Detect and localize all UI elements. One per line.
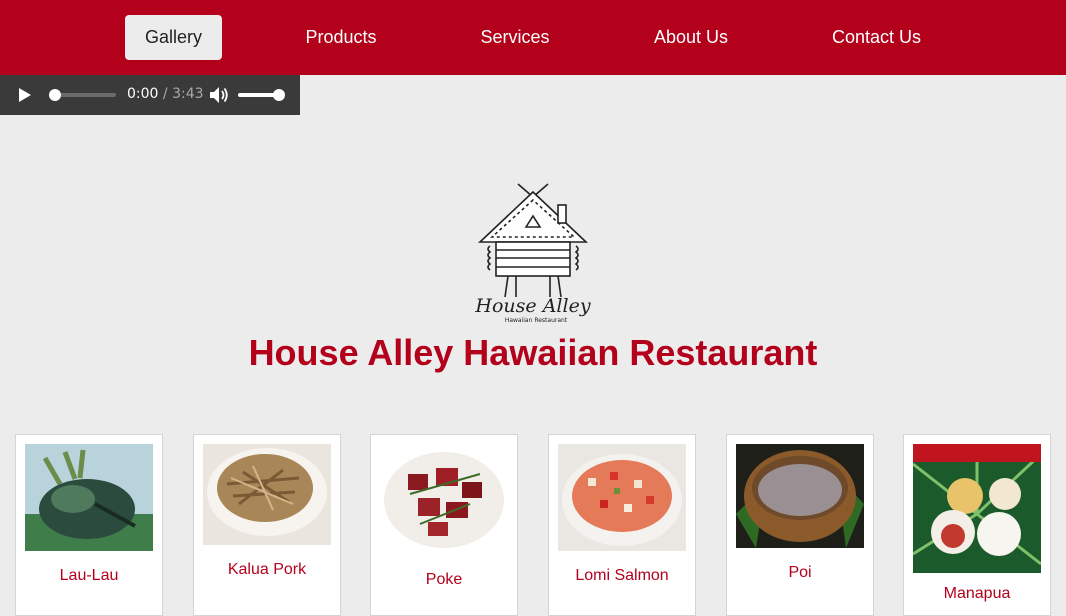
logo-sub-text: Hawaiian Restaurant bbox=[505, 317, 568, 324]
play-icon[interactable] bbox=[19, 88, 31, 102]
gallery-label[interactable]: Lomi Salmon bbox=[549, 567, 695, 585]
gallery-label[interactable]: Manapua bbox=[904, 585, 1050, 603]
seek-slider[interactable] bbox=[52, 93, 116, 97]
poke-image[interactable] bbox=[380, 444, 508, 555]
gallery-card-kalua-pork[interactable]: Kalua Pork bbox=[193, 434, 341, 616]
gallery-card-lomi-salmon[interactable]: Lomi Salmon bbox=[548, 434, 696, 616]
nav-services[interactable]: Services bbox=[470, 15, 560, 60]
manapua-image[interactable] bbox=[913, 444, 1041, 573]
lau-lau-image[interactable] bbox=[25, 444, 153, 551]
seek-handle[interactable] bbox=[49, 89, 61, 101]
volume-handle[interactable] bbox=[273, 89, 285, 101]
poi-image[interactable] bbox=[736, 444, 864, 548]
gallery-card-manapua[interactable]: Manapua bbox=[903, 434, 1051, 616]
gallery-label[interactable]: Poke bbox=[371, 571, 517, 589]
volume-icon[interactable] bbox=[209, 86, 229, 104]
lomi-salmon-image[interactable] bbox=[558, 444, 686, 551]
duration: / 3:43 bbox=[162, 86, 204, 102]
kalua-pork-image[interactable] bbox=[203, 444, 331, 545]
gallery-card-poke[interactable]: Poke bbox=[370, 434, 518, 616]
page-title: House Alley Hawaiian Restaurant bbox=[248, 332, 818, 373]
logo-script-text: House Alley bbox=[474, 295, 590, 317]
nav-products[interactable]: Products bbox=[296, 15, 386, 60]
current-time: 0:00 bbox=[127, 86, 159, 102]
gallery-label[interactable]: Poi bbox=[727, 564, 873, 582]
nav-contact-us[interactable]: Contact Us bbox=[823, 15, 930, 60]
gallery-label[interactable]: Lau-Lau bbox=[16, 567, 162, 585]
audio-player: 0:00 / 3:43 bbox=[0, 75, 300, 115]
time-display: 0:00 / 3:43 bbox=[127, 86, 204, 102]
nav-gallery[interactable]: Gallery bbox=[125, 15, 222, 60]
gallery-label[interactable]: Kalua Pork bbox=[194, 561, 340, 579]
gallery-card-poi[interactable]: Poi bbox=[726, 434, 874, 616]
hut-icon bbox=[477, 183, 589, 298]
top-navigation: Gallery Products Services About Us Conta… bbox=[0, 0, 1066, 75]
nav-about-us[interactable]: About Us bbox=[645, 15, 737, 60]
house-alley-logo: House Alley Hawaiian Restaurant bbox=[474, 183, 591, 324]
gallery-card-lau-lau[interactable]: Lau-Lau bbox=[15, 434, 163, 616]
